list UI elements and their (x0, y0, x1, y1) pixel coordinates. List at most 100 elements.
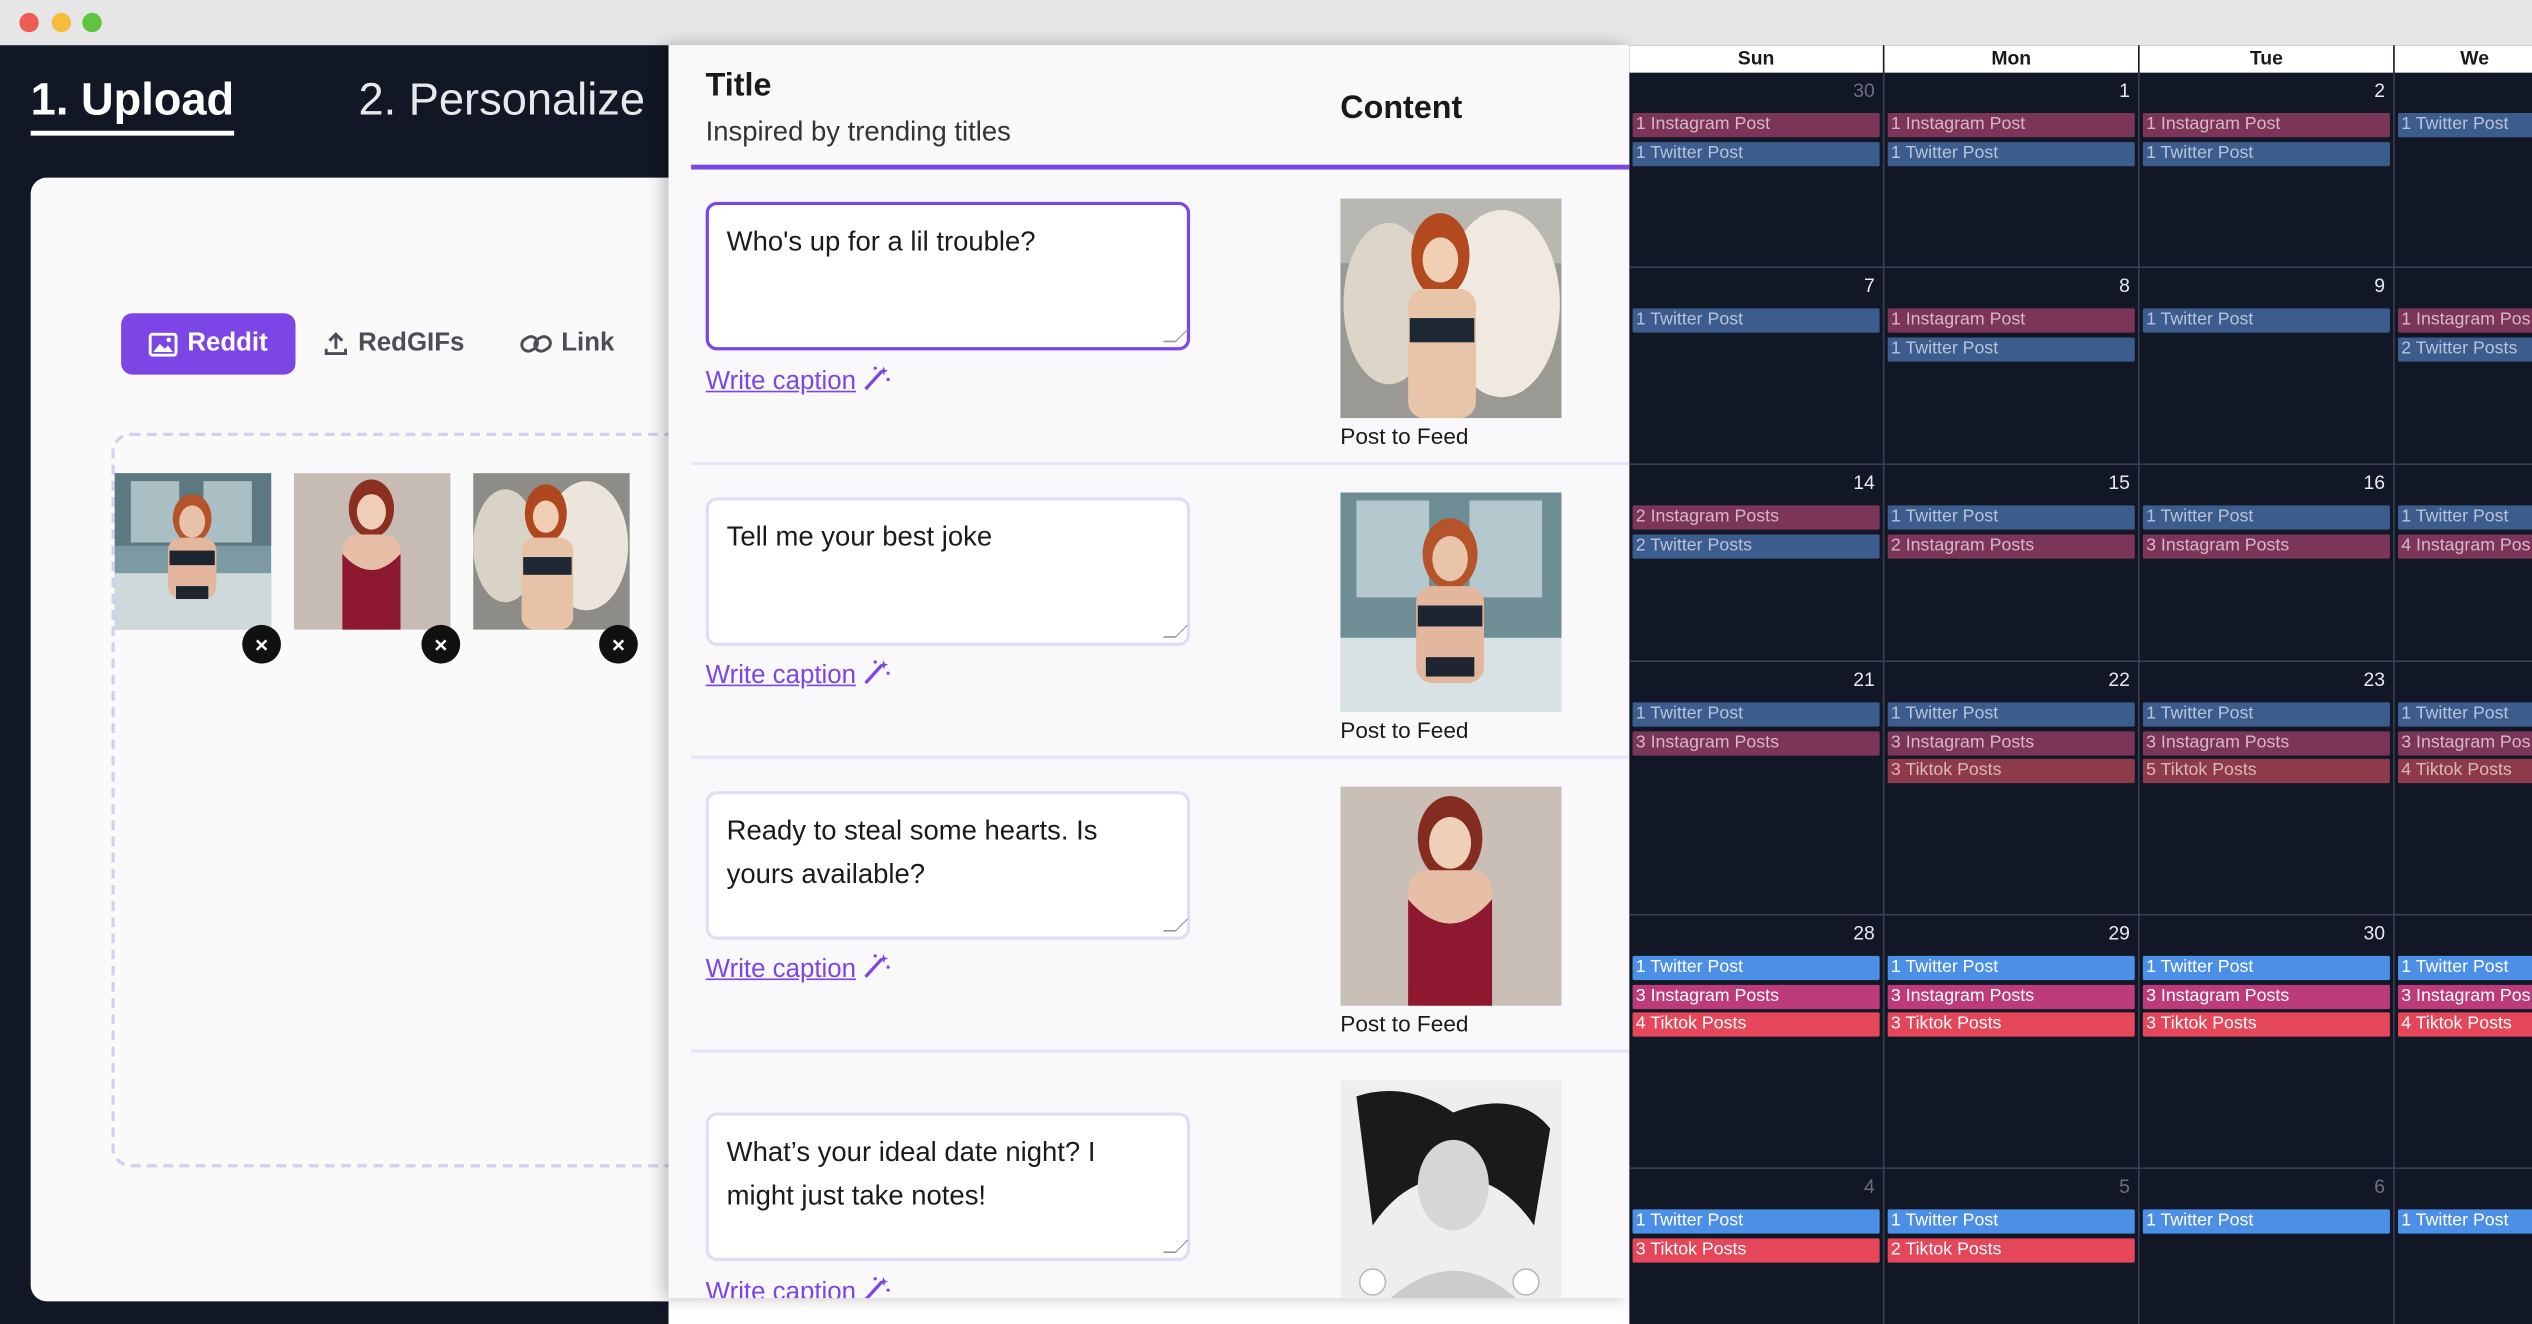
calendar-event[interactable]: 1 Twitter Post (1632, 141, 1880, 166)
calendar-day-cell[interactable]: 14 2 Instagram Posts 2 Twitter Posts (1629, 465, 1885, 662)
minimize-window-button[interactable] (51, 12, 72, 33)
calendar-event[interactable]: 1 Twitter Post (2142, 1209, 2390, 1234)
calendar-event[interactable]: 3 Instagram Posts (2142, 730, 2390, 755)
calendar-event[interactable]: 2 Tiktok Posts (1887, 1237, 2135, 1262)
calendar-event[interactable]: 1 Twitter Post (2142, 141, 2390, 166)
calendar-day-cell[interactable]: 9 1 Twitter Post (2139, 268, 2395, 466)
calendar-day-cell[interactable]: 1 Twitter Post (2394, 73, 2532, 269)
calendar-day-cell[interactable]: 4 1 Twitter Post 3 Tiktok Posts (1629, 1168, 1885, 1324)
calendar-day-cell[interactable]: 16 1 Twitter Post 3 Instagram Posts (2139, 465, 2395, 662)
calendar-event[interactable]: 1 Instagram Post (1887, 113, 2135, 138)
calendar-event[interactable]: 1 Twitter Post (1887, 336, 2135, 362)
calendar-day-cell[interactable]: 30 1 Twitter Post 3 Instagram Posts 3 Tikto… (2139, 915, 2395, 1169)
calendar-event[interactable]: 1 Twitter Post (1887, 955, 2135, 981)
calendar-event[interactable]: 4 Tiktok Posts (1632, 1012, 1880, 1037)
calendar-event[interactable]: 3 Instagram Posts (1632, 984, 1880, 1009)
calendar-event[interactable]: 1 Twitter Post (2397, 702, 2532, 727)
calendar-event[interactable]: 3 Instagram Pos (2397, 730, 2532, 755)
calendar-event[interactable]: 1 Instagram Post (1887, 308, 2135, 333)
calendar-day-cell[interactable]: 1 Twitter Post 3 Instagram Pos 4 Tiktok Po… (2394, 915, 2532, 1169)
calendar-event[interactable]: 1 Instagram Post (1632, 113, 1880, 138)
remove-image-button[interactable]: × (421, 624, 461, 664)
calendar-event[interactable]: 3 Instagram Posts (2142, 533, 2390, 559)
calendar-event[interactable]: 1 Twitter Post (2397, 1209, 2532, 1234)
calendar-event[interactable]: 3 Instagram Posts (2142, 984, 2390, 1009)
calendar-event[interactable]: 2 Twitter Posts (1632, 533, 1880, 559)
caption-textarea[interactable]: Who's up for a lil trouble? (705, 201, 1191, 351)
calendar-day-cell[interactable]: 29 1 Twitter Post 3 Instagram Posts 3 Tikto… (1884, 915, 2140, 1169)
calendar-day-cell[interactable]: 8 1 Instagram Post 1 Twitter Post (1884, 268, 2140, 466)
calendar-event[interactable]: 1 Instagram Post (2142, 113, 2390, 138)
caption-textarea[interactable]: What’s your ideal date night? I might ju… (705, 1112, 1191, 1262)
write-caption-link[interactable]: Write caption (706, 659, 892, 693)
calendar-event[interactable]: 1 Twitter Post (1887, 505, 2135, 530)
content-image[interactable] (1340, 1080, 1562, 1299)
calendar-event[interactable]: 4 Tiktok Posts (2397, 1012, 2532, 1037)
write-caption-link[interactable]: Write caption (706, 365, 892, 399)
tab-redgifs[interactable]: RedGIFs (295, 313, 492, 374)
calendar-event[interactable]: 1 Twitter Post (1632, 308, 1880, 333)
resize-handle[interactable] (1162, 329, 1189, 343)
calendar-event[interactable]: 1 Twitter Post (1632, 1209, 1880, 1234)
calendar-event[interactable]: 5 Tiktok Posts (2142, 759, 2390, 784)
calendar-event[interactable]: 1 Twitter Post (1632, 702, 1880, 727)
maximize-window-button[interactable] (82, 12, 102, 33)
calendar-event[interactable]: 2 Instagram Posts (1887, 533, 2135, 559)
calendar-event[interactable]: 2 Instagram Posts (1632, 505, 1880, 530)
remove-image-button[interactable]: × (599, 624, 638, 664)
resize-handle[interactable] (1162, 1240, 1189, 1253)
calendar-day-cell[interactable]: 30 1 Instagram Post 1 Twitter Post (1629, 72, 1885, 269)
calendar-event[interactable]: 4 Tiktok Posts (2397, 759, 2532, 784)
calendar-day-cell[interactable]: 2 1 Instagram Post 1 Twitter Post (2139, 72, 2395, 269)
calendar-day-cell[interactable]: 1 Twitter Post (2395, 1169, 2532, 1324)
calendar-event[interactable]: 2 Twitter Posts (2397, 336, 2532, 362)
calendar-event[interactable]: 3 Tiktok Posts (2142, 1012, 2390, 1037)
step-upload[interactable]: 1. Upload (30, 74, 235, 136)
calendar-day-cell[interactable]: 23 1 Twitter Post 3 Instagram Posts 5 Tikto… (2139, 661, 2395, 916)
calendar-day-cell[interactable]: 22 1 Twitter Post 3 Instagram Posts 3 Tikto… (1884, 661, 2140, 916)
content-image[interactable] (1340, 786, 1562, 1006)
calendar-event[interactable]: 1 Twitter Post (1887, 141, 2135, 166)
calendar-day-cell[interactable]: 6 1 Twitter Post (2140, 1168, 2395, 1324)
step-personalize[interactable]: 2. Personalize (358, 74, 645, 126)
calendar-event[interactable]: 1 Twitter Post (2142, 308, 2390, 333)
calendar-event[interactable]: 3 Tiktok Posts (1632, 1237, 1880, 1262)
resize-handle[interactable] (1162, 624, 1189, 638)
content-image[interactable] (1340, 492, 1562, 713)
write-caption-link[interactable]: Write caption (706, 953, 892, 987)
calendar-event[interactable]: 3 Instagram Posts (1887, 730, 2135, 755)
calendar-event[interactable]: 1 Twitter Post (1632, 955, 1880, 981)
calendar-day-cell[interactable]: 1 Instagram Pos 2 Twitter Posts (2394, 268, 2532, 466)
caption-textarea[interactable]: Tell me your best joke (705, 497, 1191, 646)
calendar-event[interactable]: 3 Instagram Posts (1887, 984, 2135, 1009)
calendar-event[interactable]: 1 Twitter Post (2397, 113, 2532, 138)
calendar-day-cell[interactable]: 21 1 Twitter Post 3 Instagram Posts (1629, 661, 1885, 916)
calendar-day-cell[interactable]: 7 1 Twitter Post (1629, 268, 1885, 466)
resize-handle[interactable] (1162, 918, 1189, 932)
calendar-event[interactable]: 1 Twitter Post (2142, 955, 2390, 981)
calendar-event[interactable]: 1 Twitter Post (1887, 1209, 2135, 1234)
calendar-event[interactable]: 1 Twitter Post (2142, 702, 2390, 727)
calendar-day-cell[interactable]: 1 Twitter Post 4 Instagram Pos (2394, 465, 2532, 662)
calendar-event[interactable]: 4 Instagram Pos (2397, 533, 2532, 559)
remove-image-button[interactable]: × (242, 624, 281, 664)
calendar-event[interactable]: 1 Twitter Post (2397, 505, 2532, 530)
calendar-day-cell[interactable]: 1 Twitter Post 3 Instagram Pos 4 Tiktok Po… (2394, 662, 2532, 916)
calendar-day-cell[interactable]: 5 1 Twitter Post 2 Tiktok Posts (1884, 1168, 2140, 1324)
calendar-day-cell[interactable]: 15 1 Twitter Post 2 Instagram Posts (1884, 465, 2140, 662)
calendar-event[interactable]: 1 Twitter Post (2397, 955, 2532, 981)
calendar-day-cell[interactable]: 28 1 Twitter Post 3 Instagram Posts 4 Tikto… (1629, 915, 1885, 1169)
calendar-day-cell[interactable]: 1 1 Instagram Post 1 Twitter Post (1884, 72, 2140, 269)
tab-link[interactable]: Link (492, 313, 642, 374)
calendar-event[interactable]: 1 Twitter Post (1887, 702, 2135, 727)
content-image[interactable] (1340, 198, 1562, 419)
calendar-event[interactable]: 3 Instagram Pos (2397, 984, 2532, 1009)
tab-reddit[interactable]: Reddit (121, 313, 296, 375)
calendar-event[interactable]: 3 Tiktok Posts (1887, 759, 2135, 784)
close-window-button[interactable] (19, 12, 39, 33)
write-caption-link[interactable]: Write caption (706, 1276, 892, 1299)
calendar-event[interactable]: 3 Tiktok Posts (1887, 1012, 2135, 1037)
caption-textarea[interactable]: Ready to steal some hearts. Is yours ava… (705, 791, 1191, 940)
calendar-event[interactable]: 1 Instagram Pos (2397, 308, 2532, 333)
calendar-event[interactable]: 1 Twitter Post (2142, 505, 2390, 530)
